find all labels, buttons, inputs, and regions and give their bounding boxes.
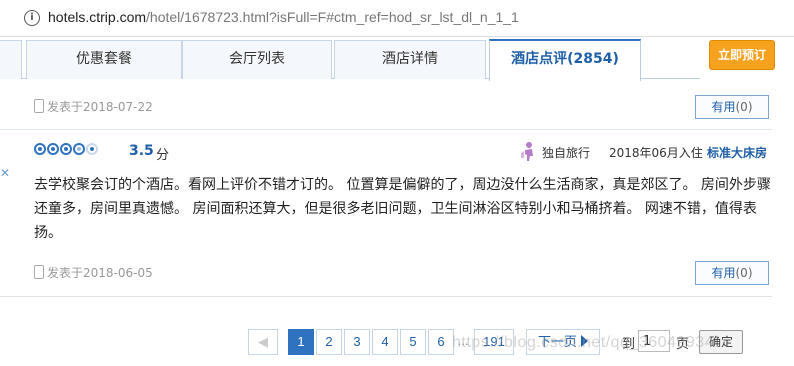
url-host: hotels.ctrip.com: [48, 9, 147, 25]
tab-hotel-details[interactable]: 酒店详情: [334, 40, 486, 79]
tab-packages[interactable]: 优惠套餐: [26, 40, 182, 79]
tab-prev-partial[interactable]: [0, 40, 22, 79]
mobile-icon: [34, 265, 44, 279]
watermark-text: https://blog.csdn.net/qq_36049934: [452, 334, 715, 351]
rating-dot-icon: [34, 143, 46, 155]
browser-address-bar[interactable]: i hotels.ctrip.com/hotel/1678723.html?is…: [0, 0, 794, 37]
rating-half-dot-icon: [73, 143, 85, 155]
checkin-date: 2018年06月入住: [609, 146, 703, 160]
prev-review-posted: 发表于2018-07-22: [34, 98, 153, 115]
review-score: 3.5: [129, 143, 154, 159]
useful-label: 有用: [711, 100, 736, 114]
solo-traveler-icon: [521, 142, 533, 161]
useful-count: (0): [735, 266, 753, 280]
mobile-icon: [34, 99, 44, 113]
rating-dot-icon: [47, 143, 59, 155]
page-1-button[interactable]: 1: [288, 329, 314, 355]
travel-type: 独自旅行: [542, 146, 591, 160]
posted-date: 发表于2018-06-05: [47, 266, 153, 280]
info-icon[interactable]: i: [24, 10, 40, 26]
review-divider: [0, 129, 772, 130]
review-text: 去学校聚会订的个酒店。看网上评价不错才订的。 位置算是偏僻的了，周边没什么生活商…: [34, 177, 771, 241]
rating-dots: [34, 143, 99, 159]
page-5-button[interactable]: 5: [400, 329, 426, 355]
prev-page-button[interactable]: ◀: [248, 329, 278, 355]
side-collapse-icon[interactable]: ✕: [0, 166, 10, 186]
rating-empty-dot-icon: [86, 143, 98, 155]
page-2-button[interactable]: 2: [316, 329, 342, 355]
page-3-button[interactable]: 3: [344, 329, 370, 355]
url-text[interactable]: hotels.ctrip.com/hotel/1678723.html?isFu…: [48, 9, 519, 25]
page-4-button[interactable]: 4: [372, 329, 398, 355]
page-6-button[interactable]: 6: [428, 329, 454, 355]
tab-halls[interactable]: 会厅列表: [182, 40, 332, 79]
useful-label: 有用: [711, 266, 736, 280]
score-unit: 分: [156, 148, 170, 163]
section-divider: [0, 296, 772, 297]
rating-dot-icon: [60, 143, 72, 155]
prev-useful-button[interactable]: 有用(0): [695, 95, 769, 119]
book-now-button[interactable]: 立即预订: [709, 40, 775, 70]
useful-button[interactable]: 有用(0): [695, 261, 769, 285]
useful-count: (0): [735, 100, 753, 114]
review-posted: 发表于2018-06-05: [34, 264, 153, 281]
room-type[interactable]: 标准大床房: [707, 144, 767, 161]
tab-hotel-reviews[interactable]: 酒店点评(2854): [489, 39, 641, 81]
posted-date: 发表于2018-07-22: [47, 100, 153, 114]
url-path: /hotel/1678723.html?isFull=F#ctm_ref=hod…: [146, 9, 519, 25]
